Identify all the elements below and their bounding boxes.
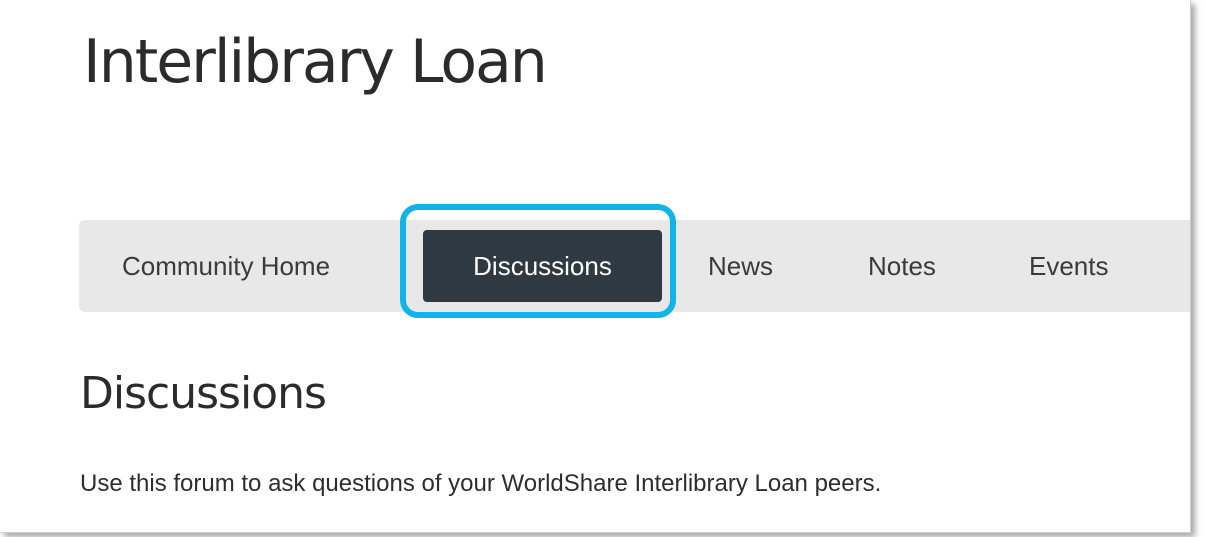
- nav-tab-community-home[interactable]: Community Home: [122, 220, 330, 312]
- nav-tab-discussions[interactable]: Discussions: [423, 230, 662, 302]
- nav-tab-events[interactable]: Events: [1029, 220, 1109, 312]
- nav-tab-news[interactable]: News: [708, 220, 773, 312]
- nav-tab-notes[interactable]: Notes: [868, 220, 936, 312]
- page-frame: Interlibrary Loan Community Home News No…: [0, 0, 1191, 533]
- section-description: Use this forum to ask questions of your …: [80, 470, 882, 497]
- community-title: Interlibrary Loan: [83, 27, 548, 97]
- section-heading: Discussions: [80, 368, 327, 419]
